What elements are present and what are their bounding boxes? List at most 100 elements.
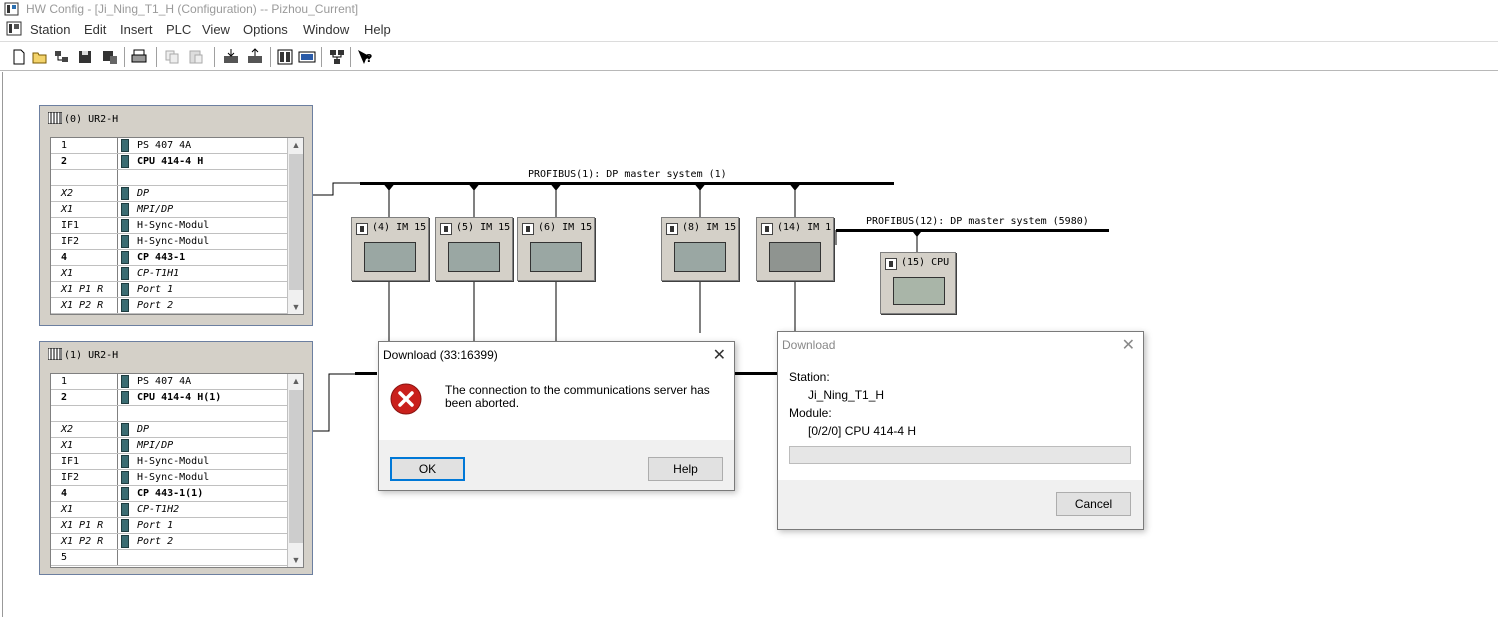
help-button[interactable]: Help [648,457,723,481]
paste-icon[interactable] [187,48,205,66]
rack-1[interactable]: (1) UR2-H 1 PS 407 4A 2 CPU 414-4 H(1) X2 DP X… [39,341,313,575]
slot-row[interactable]: X1 P2 R Port 2 [51,534,287,550]
slot-number: X1 P1 R [61,520,104,531]
module-icon [121,471,129,484]
slot-row[interactable]: IF1 H-Sync-Modul [51,454,287,470]
slot-row[interactable]: X2 DP [51,186,287,202]
slot-row[interactable]: 5 [51,550,287,566]
slot-row[interactable]: 2 CPU 414-4 H(1) [51,390,287,406]
module-icon [121,391,129,404]
scroll-down-icon[interactable]: ▼ [288,555,303,565]
slot-row[interactable]: 4 CP 443-1 [51,250,287,266]
network-icon[interactable] [328,48,346,66]
slot-row[interactable]: IF1 H-Sync-Modul [51,218,287,234]
slave-icon [885,258,897,270]
vertical-scrollbar[interactable]: ▲ ▼ [287,138,303,314]
close-icon[interactable]: ✕ [713,345,726,365]
upload-icon[interactable] [246,48,264,66]
module-name: CP 443-1(1) [137,488,204,499]
window-menu-icon[interactable] [6,21,22,36]
rack-view-icon[interactable] [298,48,316,66]
slot-row[interactable]: IF2 H-Sync-Modul [51,470,287,486]
menu-station[interactable]: Station [30,22,70,37]
station-label: (5) IM 15 [456,222,511,233]
save-compile-icon[interactable] [101,48,119,66]
module-name: Port 1 [137,284,174,295]
slot-row[interactable] [51,170,287,186]
slot-row[interactable]: 2 CPU 414-4 H [51,154,287,170]
station-5[interactable]: (5) IM 15 [435,217,513,281]
module-icon [121,203,129,216]
rack-module-icon [364,242,416,272]
help-icon[interactable]: ? [356,48,374,66]
cancel-button[interactable]: Cancel [1056,492,1131,516]
menu-view[interactable]: View [202,22,230,37]
slot-row[interactable]: 1 PS 407 4A [51,374,287,390]
slot-row[interactable]: X2 DP [51,422,287,438]
module-name: DP [137,188,150,199]
download-info-area: Station: Ji_Ning_T1_H Module: [0/2/0] CP… [778,358,1143,480]
new-icon[interactable] [10,48,28,66]
menu-edit[interactable]: Edit [84,22,106,37]
slot-number: 2 [61,156,68,167]
station-6[interactable]: (6) IM 15 [517,217,595,281]
scroll-up-icon[interactable]: ▲ [288,376,303,386]
menu-insert[interactable]: Insert [120,22,153,37]
slot-row[interactable]: X1 P1 R Port 1 [51,518,287,534]
slave-icon [356,223,368,235]
scroll-thumb[interactable] [289,390,303,543]
scroll-thumb[interactable] [289,154,303,290]
slot-number: IF1 [61,220,80,231]
slot-row[interactable]: X1 CP-T1H2 [51,502,287,518]
slot-row[interactable]: 4 CP 443-1(1) [51,486,287,502]
catalog-icon[interactable] [276,48,294,66]
station-15[interactable]: (15) CPU [880,252,956,314]
module-icon [121,503,129,516]
station-8[interactable]: (8) IM 15 [661,217,739,281]
slot-row[interactable]: IF2 H-Sync-Modul [51,234,287,250]
module-name: PS 407 4A [137,140,192,151]
slot-row[interactable]: X1 P2 R Port 2 [51,298,287,314]
profibus-sub-label[interactable]: PROFIBUS(12): DP master system (5980) [866,216,1089,227]
slot-number: X2 [61,188,74,199]
station-label: (4) IM 15 [372,222,427,233]
module-name: CP-T1H2 [137,504,180,515]
station-14[interactable]: (14) IM 1 [756,217,834,281]
copy-icon[interactable] [163,48,181,66]
slot-row[interactable]: X1 P1 R Port 1 [51,282,287,298]
close-icon[interactable]: ✕ [1122,335,1135,355]
module-name: Port 1 [137,520,174,531]
download-icon[interactable] [222,48,240,66]
slave-icon [666,223,678,235]
module-name: Port 2 [137,536,174,547]
toolbar: ? [0,41,1498,71]
print-icon[interactable] [130,48,148,66]
menu-options[interactable]: Options [243,22,288,37]
vertical-scrollbar[interactable]: ▲ ▼ [287,374,303,567]
open-icon[interactable] [31,48,49,66]
save-icon[interactable] [76,48,94,66]
download-progress-dialog: Download ✕ Station: Ji_Ning_T1_H Module:… [777,331,1144,530]
module-icon [121,375,129,388]
profibus-main-label[interactable]: PROFIBUS(1): DP master system (1) [528,169,727,180]
slot-row[interactable]: X1 MPI/DP [51,438,287,454]
slot-row[interactable]: 1 PS 407 4A [51,138,287,154]
menu-window[interactable]: Window [303,22,349,37]
slot-number: 1 [61,376,68,387]
scroll-up-icon[interactable]: ▲ [288,140,303,150]
scroll-down-icon[interactable]: ▼ [288,302,303,312]
menu-plc[interactable]: PLC [166,22,191,37]
rack-0[interactable]: (0) UR2-H 1 PS 407 4A 2 CPU 414-4 H X2 DP X1 MP… [39,105,313,326]
slot-number: 1 [61,140,68,151]
open-online-icon[interactable] [53,48,71,66]
menu-help[interactable]: Help [364,22,391,37]
slot-number: 2 [61,392,68,403]
station-label: (14) IM 1 [777,222,832,233]
download-dialog-title: Download [782,338,836,352]
slot-row[interactable]: X1 MPI/DP [51,202,287,218]
ok-button[interactable]: OK [390,457,465,481]
station-4[interactable]: (4) IM 15 [351,217,429,281]
slot-row[interactable] [51,406,287,422]
slot-row[interactable]: X1 CP-T1H1 [51,266,287,282]
toolbar-separator [124,47,125,67]
